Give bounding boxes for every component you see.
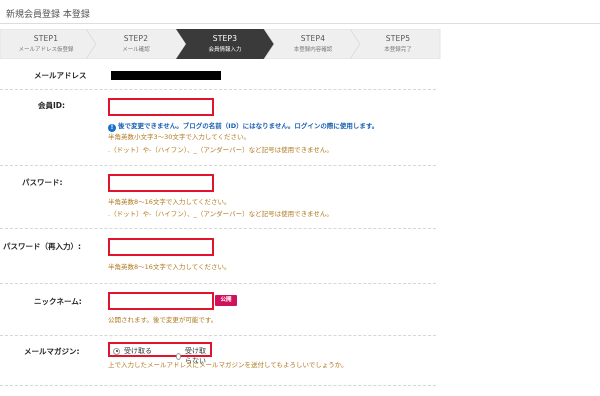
- member-id-help-length: 半角英数小文字3〜30文字で入力してください。: [108, 133, 251, 141]
- magazine-radio-group: 受け取る 受け取らない: [108, 342, 212, 365]
- info-icon: !: [108, 124, 116, 132]
- row-divider: [0, 165, 436, 166]
- email-value-masked: [111, 71, 221, 80]
- public-badge: 公開: [215, 295, 237, 306]
- page-title: 新規会員登録 本登録: [6, 10, 90, 20]
- row-divider: [0, 283, 436, 284]
- member-id-info: ! 後で変更できません。ブログの名前（ID）にはなりません。ログインの際に使用しま…: [108, 121, 378, 132]
- password-help-length: 半角英数8〜16文字で入力してください。: [108, 198, 231, 206]
- step-5: STEP5 本登録完了: [384, 34, 412, 53]
- row-divider: [0, 89, 436, 90]
- magazine-label: メールマガジン:: [24, 347, 80, 356]
- row-divider: [0, 385, 436, 386]
- magazine-help: 上で入力したメールアドレスにメールマガジンを送付してもよろしいでしょうか。: [108, 361, 348, 369]
- member-id-input[interactable]: [108, 98, 214, 116]
- radio-unselected-icon: [176, 352, 181, 360]
- nickname-help: 公開されます。後で変更が可能です。: [108, 316, 218, 324]
- step-3: STEP3 会員情報入力: [208, 34, 242, 53]
- row-divider: [0, 228, 436, 229]
- nickname-label: ニックネーム:: [34, 297, 82, 306]
- row-divider: [0, 335, 436, 336]
- password-confirm-label: パスワード（再入力）:: [3, 242, 81, 251]
- title-divider: [0, 23, 600, 24]
- password-confirm-input[interactable]: [108, 238, 214, 256]
- password-label: パスワード:: [22, 178, 63, 187]
- password-confirm-help-length: 半角英数8〜16文字で入力してください。: [108, 263, 231, 271]
- step-progress: STEP1 メールアドレス仮登録 STEP2 メール確認 STEP3 会員情報入…: [0, 29, 600, 59]
- step-2: STEP2 メール確認: [122, 34, 150, 53]
- member-id-help-symbols: .（ドット）や-（ハイフン）、_（アンダーバー）など記号は使用できません。: [108, 146, 333, 154]
- member-id-label: 会員ID:: [38, 101, 66, 110]
- password-input[interactable]: [108, 174, 214, 192]
- password-help-symbols: .（ドット）や-（ハイフン）、_（アンダーバー）など記号は使用できません。: [108, 210, 333, 218]
- email-label: メールアドレス: [34, 71, 87, 80]
- step-4: STEP4 本登録内容確認: [293, 34, 333, 53]
- step-1: STEP1 メールアドレス仮登録: [18, 34, 74, 53]
- magazine-option-receive[interactable]: 受け取る: [113, 346, 152, 356]
- radio-selected-icon: [113, 347, 120, 355]
- nickname-input[interactable]: [108, 292, 214, 310]
